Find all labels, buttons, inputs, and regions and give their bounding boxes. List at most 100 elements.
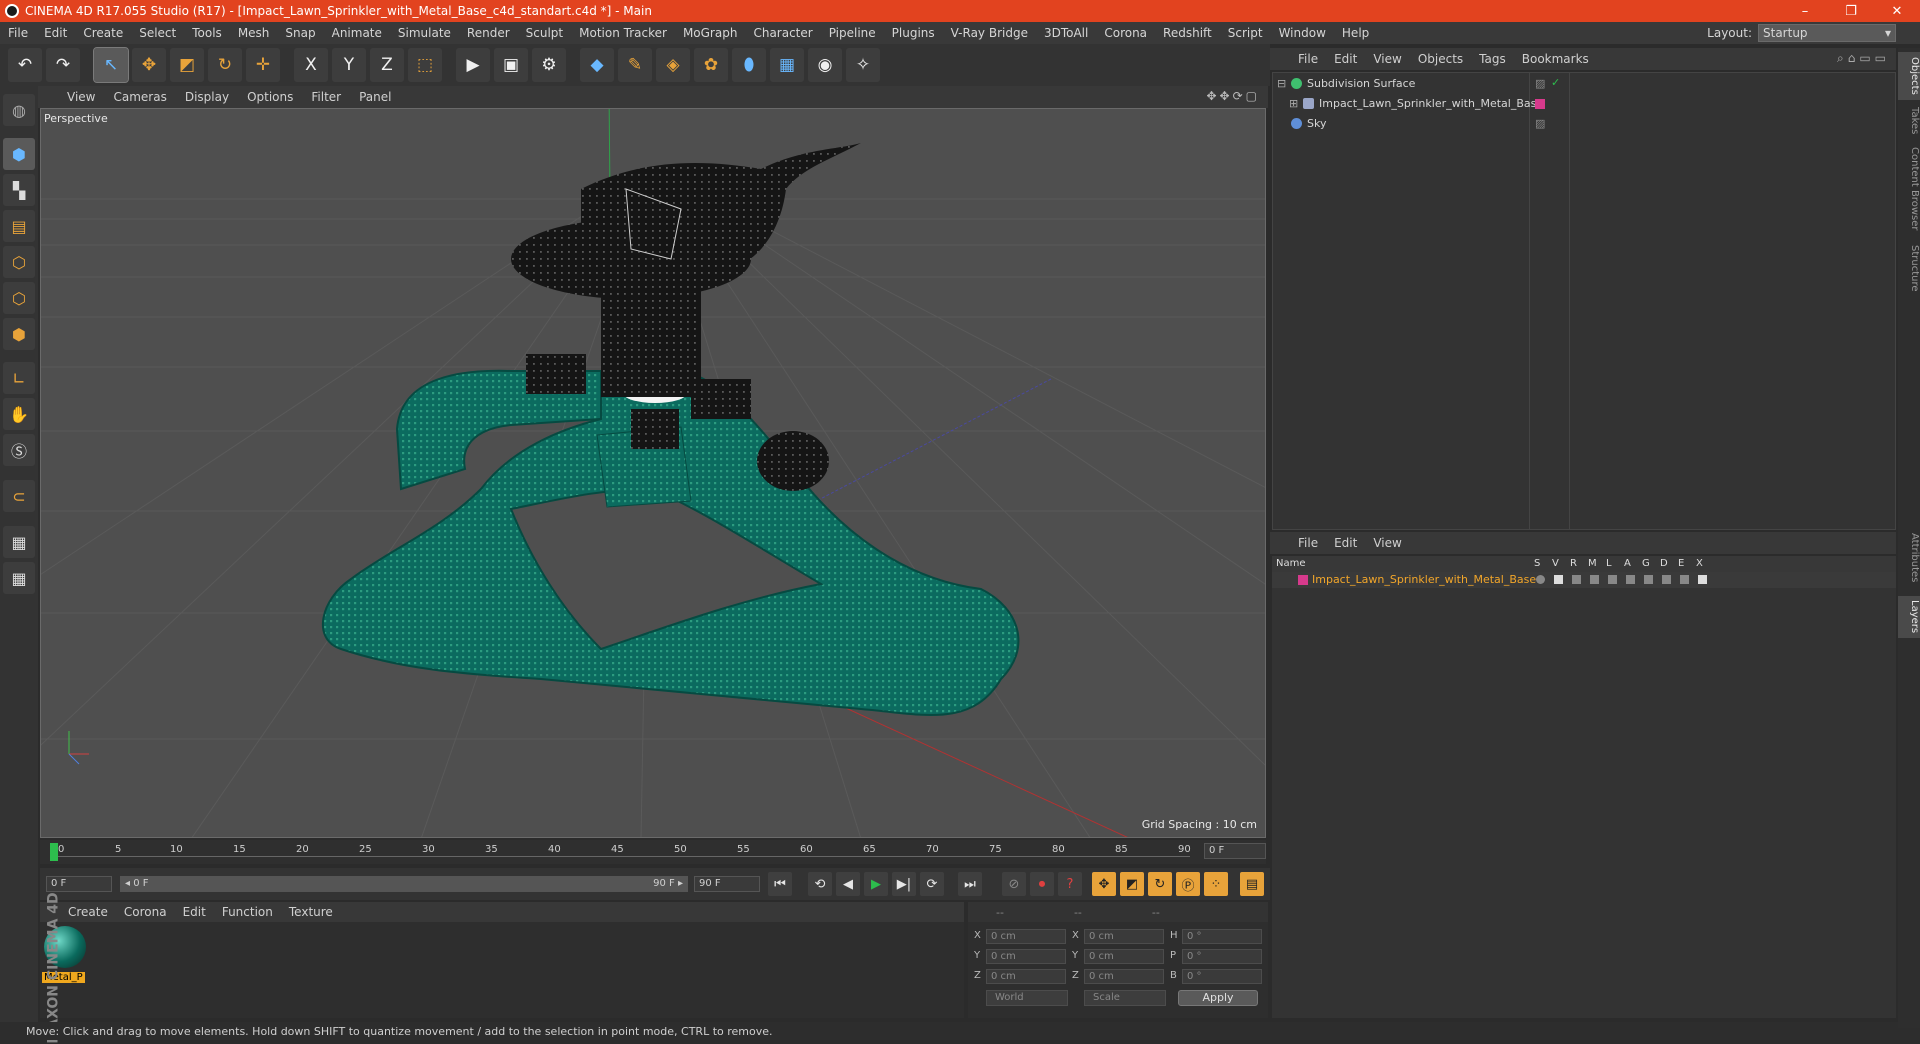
collapse-icon[interactable]: ⊟ (1277, 77, 1286, 90)
record-off-icon[interactable]: ⊘ (1002, 872, 1026, 896)
position-z-field[interactable]: 0 cm (986, 969, 1066, 984)
maximize-button[interactable]: ❐ (1828, 0, 1874, 22)
snap-icon[interactable]: ⊂ (3, 480, 35, 512)
object-menu-file[interactable]: File (1290, 52, 1326, 66)
render-picture-viewer-icon[interactable]: ▣ (494, 48, 528, 82)
menu-redshift[interactable]: Redshift (1155, 26, 1220, 40)
layer-menu-file[interactable]: File (1290, 536, 1326, 550)
menu-character[interactable]: Character (745, 26, 820, 40)
tab-attributes[interactable]: Attributes (1898, 528, 1920, 588)
key-rotation-icon[interactable]: ↻ (1148, 872, 1172, 896)
position-x-field[interactable]: 0 cm (986, 929, 1066, 944)
object-menu-bookmarks[interactable]: Bookmarks (1514, 52, 1597, 66)
points-mode-icon[interactable]: ⬡ (3, 246, 35, 278)
viewport-menu-view[interactable]: View (58, 90, 104, 104)
layer-color-swatch[interactable] (1298, 575, 1308, 585)
previous-frame-icon[interactable]: ◀ (836, 872, 860, 896)
tab-objects[interactable]: Objects (1898, 52, 1920, 100)
menu-snap[interactable]: Snap (277, 26, 323, 40)
rotation-p-field[interactable]: 0 ° (1182, 949, 1262, 964)
texture-mode-icon[interactable]: ▚ (3, 174, 35, 206)
key-parameter-icon[interactable]: Ⓟ (1176, 872, 1200, 896)
material-menu-function[interactable]: Function (214, 905, 281, 919)
menu-file[interactable]: File (0, 26, 36, 40)
material-menu-create[interactable]: Create (60, 905, 116, 919)
manager-toggle-icon[interactable] (1590, 575, 1599, 584)
next-key-icon[interactable]: ⟳ (920, 872, 944, 896)
material-menu-texture[interactable]: Texture (281, 905, 341, 919)
menu-create[interactable]: Create (75, 26, 131, 40)
size-x-field[interactable]: 0 cm (1084, 929, 1164, 944)
key-position-icon[interactable]: ✥ (1092, 872, 1116, 896)
position-y-field[interactable]: 0 cm (986, 949, 1066, 964)
layer-menu-edit[interactable]: Edit (1326, 536, 1365, 550)
viewport-menu-cameras[interactable]: Cameras (104, 90, 175, 104)
viewport-menu-display[interactable]: Display (176, 90, 238, 104)
menu-vray-bridge[interactable]: V-Ray Bridge (943, 26, 1036, 40)
object-row[interactable]: ⊞ Impact_Lawn_Sprinkler_with_Metal_Base (1273, 95, 1897, 113)
object-menu-edit[interactable]: Edit (1326, 52, 1365, 66)
menu-help[interactable]: Help (1334, 26, 1377, 40)
close-button[interactable]: ✕ (1874, 0, 1920, 22)
start-frame-field[interactable]: 0 F (46, 876, 112, 892)
menu-simulate[interactable]: Simulate (390, 26, 459, 40)
minimize-button[interactable]: – (1782, 0, 1828, 22)
undo-icon[interactable]: ↶ (8, 48, 42, 82)
rotation-h-field[interactable]: 0 ° (1182, 929, 1262, 944)
visible-toggle-icon[interactable] (1554, 575, 1563, 584)
tweak-mode-icon[interactable]: ✋ (3, 398, 35, 430)
menu-mograph[interactable]: MoGraph (675, 26, 746, 40)
playhead[interactable] (50, 843, 58, 861)
menu-render[interactable]: Render (459, 26, 518, 40)
menu-select[interactable]: Select (131, 26, 184, 40)
perspective-viewport[interactable]: Perspective Grid Spacing : 10 cm (40, 108, 1266, 838)
tab-structure[interactable]: Structure (1898, 240, 1920, 296)
menu-sculpt[interactable]: Sculpt (518, 26, 571, 40)
tab-layers[interactable]: Layers (1898, 596, 1920, 638)
auto-keying-icon[interactable]: ? (1058, 872, 1082, 896)
solo-mode-icon[interactable]: Ⓢ (3, 434, 35, 466)
rotate-tool-icon[interactable]: ↻ (208, 48, 242, 82)
tab-content-browser[interactable]: Content Browser (1898, 144, 1920, 234)
light-icon[interactable]: ✧ (846, 48, 880, 82)
expand-icon[interactable]: ⊞ (1289, 97, 1298, 110)
deformer-toggle-icon[interactable] (1662, 575, 1671, 584)
menu-corona[interactable]: Corona (1096, 26, 1155, 40)
current-frame-field[interactable]: 0 F (1204, 843, 1266, 859)
play-icon[interactable]: ▶ (864, 872, 888, 896)
menu-motion-tracker[interactable]: Motion Tracker (571, 26, 675, 40)
size-mode-dropdown[interactable]: Scale (1084, 990, 1166, 1006)
menu-script[interactable]: Script (1220, 26, 1271, 40)
subdivision-surface-icon[interactable]: ◈ (656, 48, 690, 82)
viewport-menu-options[interactable]: Options (238, 90, 302, 104)
layer-indicator-icon[interactable]: ▨ (1535, 117, 1545, 130)
expression-toggle-icon[interactable] (1680, 575, 1689, 584)
key-scale-icon[interactable]: ◩ (1120, 872, 1144, 896)
frame-range-slider[interactable]: ◂ 0 F 90 F ▸ (120, 876, 688, 892)
object-menu-objects[interactable]: Objects (1410, 52, 1471, 66)
layer-row[interactable]: Impact_Lawn_Sprinkler_with_Metal_Base (1272, 572, 1896, 588)
layout-dropdown[interactable]: Startup ▾ (1758, 24, 1896, 42)
render-settings-icon[interactable]: ⚙ (532, 48, 566, 82)
lock-toggle-icon[interactable] (1608, 575, 1617, 584)
transform-tool-icon[interactable]: ✛ (246, 48, 280, 82)
z-axis-lock-icon[interactable]: Z (370, 48, 404, 82)
coordinate-system-icon[interactable]: ⬚ (408, 48, 442, 82)
floor-icon[interactable]: ▦ (770, 48, 804, 82)
scale-tool-icon[interactable]: ◩ (170, 48, 204, 82)
object-menu-tags[interactable]: Tags (1471, 52, 1514, 66)
go-to-start-icon[interactable]: ⏮ (768, 872, 792, 896)
enabled-check-icon[interactable]: ✓ (1551, 76, 1560, 89)
timeline-ruler[interactable]: 0 5 10 15 20 25 30 35 40 45 50 55 60 65 … (40, 840, 1266, 864)
model-mode-icon[interactable]: ⬢ (3, 138, 35, 170)
next-frame-icon[interactable]: ▶| (892, 872, 916, 896)
cube-primitive-icon[interactable]: ◆ (580, 48, 614, 82)
record-keys-icon[interactable]: ⏺ (1030, 872, 1054, 896)
camera-icon[interactable]: ◉ (808, 48, 842, 82)
workplane-lock-icon[interactable]: ▦ (3, 526, 35, 558)
animation-toggle-icon[interactable] (1626, 575, 1635, 584)
layer-menu-view[interactable]: View (1365, 536, 1409, 550)
rotation-b-field[interactable]: 0 ° (1182, 969, 1262, 984)
axis-mode-icon[interactable]: ∟ (3, 362, 35, 394)
xref-toggle-icon[interactable] (1698, 575, 1707, 584)
